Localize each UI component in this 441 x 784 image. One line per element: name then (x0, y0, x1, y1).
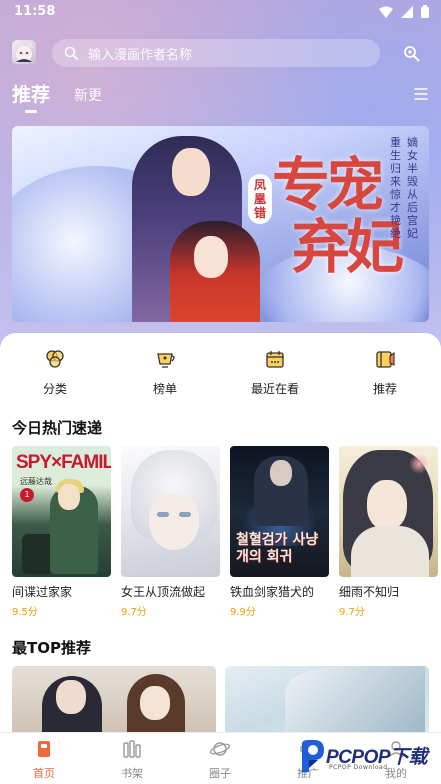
quick-nav-label: 推荐 (372, 382, 397, 396)
recommend-icon (376, 351, 395, 368)
banner-title: 专宠 弃妃 (272, 151, 404, 281)
featured-banner[interactable]: 凤凰错 专宠 弃妃 重生归来惊才艳绝 嫡女半毁从后宫妃 (12, 126, 429, 322)
manga-cover: SPY×FAMILY 远藤达哉 1 (12, 446, 111, 577)
bottom-nav-label: 首页 (33, 767, 55, 780)
manga-title: 间谍过家家 (12, 585, 73, 599)
banner-female-face (194, 236, 228, 278)
cover-art-face (367, 480, 407, 530)
top-recommend-list (12, 666, 441, 732)
cover-art-face (149, 494, 199, 550)
manga-card[interactable]: 细雨不知归 9.7分 (339, 446, 438, 618)
volume-badge: 1 (20, 488, 34, 502)
bottom-nav-home[interactable]: 首页 (14, 739, 74, 781)
manga-title: 女王从顶流做起 (121, 585, 206, 599)
cover-art-flower (409, 454, 429, 474)
quick-nav-label: 榜单 (152, 382, 177, 396)
status-bar: 11:58 (0, 0, 441, 26)
bottom-nav-bookshelf[interactable]: 书架 (102, 739, 162, 781)
quick-nav-label: 最近在看 (250, 382, 299, 396)
manga-card[interactable]: 女王从顶流做起 9.7分 (121, 446, 220, 618)
menu-icon[interactable] (414, 87, 428, 101)
top-recommend-card[interactable] (12, 666, 216, 732)
cover-art-face (58, 484, 80, 510)
manga-score: 9.7分 (339, 607, 365, 618)
manga-cover (339, 446, 438, 577)
quick-nav-category[interactable]: 分类 (20, 344, 90, 397)
tab-new-updates[interactable]: 新更 (74, 85, 102, 105)
cover-title-text: SPY×FAMILY (16, 452, 111, 473)
banner-title-line2: 弃妃 (292, 213, 404, 281)
manga-cover: 철혈검가 사냥개의 회귀 (230, 446, 329, 577)
watermark-subtext: PCPOP Download (329, 764, 388, 771)
manga-card[interactable]: 철혈검가 사냥개의 회귀 铁血剑家猎犬的 9.9分 (230, 446, 329, 618)
cover-art-face (270, 460, 292, 486)
bottom-nav-label: 圈子 (209, 767, 231, 780)
banner-male-face (172, 148, 210, 196)
pcpop-logo-icon (302, 740, 324, 772)
bookshelf-icon (123, 740, 141, 758)
cover-art-face (56, 680, 86, 714)
manga-score: 9.7分 (121, 607, 147, 618)
cover-art-hair (285, 666, 425, 732)
cover-art-eye (179, 512, 191, 517)
section-title-hot-today: 今日热门速递 (12, 419, 103, 437)
bottom-nav-circle[interactable]: 圈子 (190, 739, 250, 781)
battery-icon (421, 5, 429, 18)
tab-recommend[interactable]: 推荐 (12, 80, 50, 107)
cover-art-face (140, 686, 170, 720)
cover-art-eye (157, 512, 169, 517)
ranking-icon (157, 353, 175, 368)
quick-nav: 分类 榜单 最近在看 推荐 (0, 344, 441, 404)
manga-cover (121, 446, 220, 577)
quick-nav-recommend[interactable]: 推荐 (350, 344, 420, 397)
banner-tagline-1: 重生归来惊才艳绝 (390, 136, 401, 240)
recent-icon (266, 351, 284, 368)
search-bar[interactable]: 输入漫画作者名称 (52, 39, 380, 67)
home-icon (38, 741, 50, 757)
manga-card[interactable]: SPY×FAMILY 远藤达哉 1 间谍过家家 9.5分 (12, 446, 111, 618)
signal-icon (401, 5, 413, 18)
manga-title: 铁血剑家猎犬的 (230, 585, 315, 599)
cover-art-robe (351, 526, 429, 577)
category-icon (46, 350, 64, 368)
quick-nav-recent[interactable]: 最近在看 (240, 344, 310, 397)
planet-icon (210, 742, 230, 756)
wifi-icon (379, 6, 393, 18)
section-title-top-recommend: 最TOP推荐 (12, 639, 91, 657)
status-time: 11:58 (14, 4, 56, 19)
cover-author-text: 远藤达哉 (20, 477, 52, 486)
search-placeholder: 输入漫画作者名称 (88, 47, 193, 63)
pcpop-watermark: PCPOP下载 PCPOP Download (296, 736, 441, 780)
banner-seal: 凤凰错 (248, 174, 272, 224)
top-recommend-card[interactable] (225, 666, 429, 732)
banner-tagline-2: 嫡女半毁从后宫妃 (407, 136, 418, 240)
scan-icon[interactable] (402, 44, 420, 62)
banner-title-line1: 专宠 (272, 151, 384, 219)
search-icon (64, 46, 78, 60)
active-tab-indicator (25, 110, 37, 113)
manga-title: 细雨不知归 (339, 585, 400, 599)
hot-manga-list: SPY×FAMILY 远藤达哉 1 间谍过家家 9.5分 女王从顶流做起 9.7… (12, 446, 441, 618)
quick-nav-ranking[interactable]: 榜单 (130, 344, 200, 397)
cover-title-text: 철혈검가 사냥개의 회귀 (236, 532, 319, 565)
manga-score: 9.5分 (12, 607, 38, 618)
user-avatar[interactable] (12, 40, 36, 64)
bottom-nav-label: 书架 (121, 767, 143, 780)
quick-nav-label: 分类 (42, 382, 67, 396)
manga-score: 9.9分 (230, 607, 256, 618)
